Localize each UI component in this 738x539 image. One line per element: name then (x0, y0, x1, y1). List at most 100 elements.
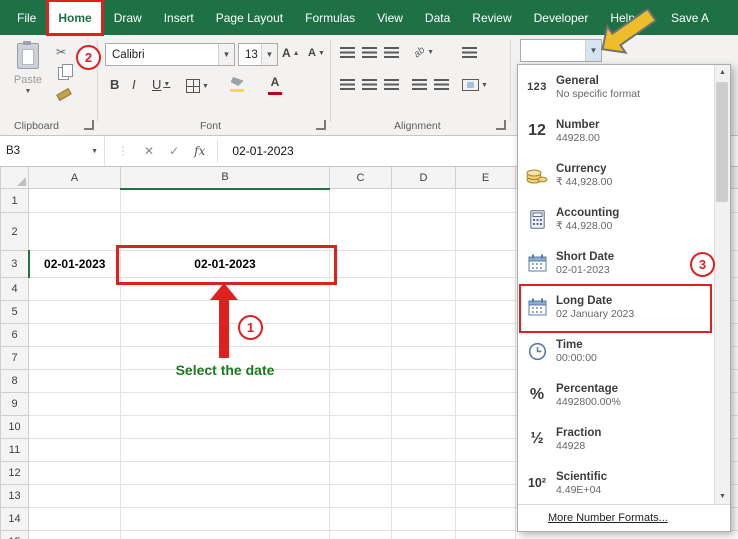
font-size-combobox[interactable]: 13 ▼ (238, 43, 278, 66)
cell[interactable] (29, 531, 121, 539)
cell[interactable] (392, 347, 456, 370)
cell-e1[interactable] (456, 189, 516, 213)
cell[interactable] (456, 508, 516, 531)
font-color-button[interactable]: A (268, 75, 282, 95)
row-header-4[interactable]: 4 (1, 278, 29, 301)
row-header-1[interactable]: 1 (1, 189, 29, 213)
decrease-indent-button[interactable] (412, 79, 427, 90)
cell[interactable] (29, 462, 121, 485)
scroll-up-icon[interactable]: ▲ (715, 65, 730, 80)
format-option-general[interactable]: 123 GeneralNo specific format (518, 65, 714, 109)
cell[interactable] (392, 508, 456, 531)
cell[interactable] (330, 370, 392, 393)
cell[interactable] (29, 347, 121, 370)
chevron-down-icon[interactable]: ▼ (218, 44, 234, 65)
cell-d2[interactable] (392, 213, 456, 251)
cell[interactable] (330, 324, 392, 347)
format-option-short-date[interactable]: Short Date02-01-2023 (518, 241, 714, 285)
cell[interactable] (121, 508, 330, 531)
row-header-11[interactable]: 11 (1, 439, 29, 462)
insert-function-button[interactable]: fx (194, 144, 205, 158)
name-box[interactable]: B3 ▼ (0, 136, 105, 166)
cell[interactable] (392, 531, 456, 539)
fill-color-button[interactable] (230, 77, 244, 92)
cell[interactable] (330, 278, 392, 301)
cell[interactable] (29, 278, 121, 301)
cell[interactable] (392, 462, 456, 485)
row-header-8[interactable]: 8 (1, 370, 29, 393)
italic-button[interactable]: I (132, 77, 136, 92)
align-top-button[interactable] (340, 47, 355, 58)
increase-font-button[interactable]: A▲ (282, 46, 300, 60)
format-option-currency[interactable]: Currency₹ 44,928.00 (518, 153, 714, 197)
cell[interactable] (330, 531, 392, 539)
cell[interactable] (29, 301, 121, 324)
formula-input[interactable]: 02-01-2023 (218, 136, 293, 166)
cell[interactable] (330, 416, 392, 439)
col-header-d[interactable]: D (392, 167, 456, 189)
enter-button[interactable]: ✓ (169, 144, 179, 158)
cell-a3[interactable]: 02-01-2023 (29, 251, 121, 278)
cell[interactable] (121, 462, 330, 485)
cell[interactable] (456, 416, 516, 439)
align-center-button[interactable] (362, 79, 377, 90)
cell[interactable] (29, 439, 121, 462)
cell-c1[interactable] (330, 189, 392, 213)
cell[interactable] (330, 462, 392, 485)
format-painter-button[interactable] (57, 91, 71, 98)
cell[interactable] (456, 439, 516, 462)
underline-button[interactable]: U▼ (152, 77, 170, 92)
cell[interactable] (121, 485, 330, 508)
font-dialog-launcher[interactable] (316, 120, 326, 130)
row-header-3[interactable]: 3 (1, 251, 29, 278)
cell-e3[interactable] (456, 251, 516, 278)
row-header-2[interactable]: 2 (1, 213, 29, 251)
chevron-down-icon[interactable]: ▼ (261, 44, 277, 65)
cell[interactable] (121, 531, 330, 539)
cell[interactable] (29, 370, 121, 393)
row-header-13[interactable]: 13 (1, 485, 29, 508)
format-option-scientific[interactable]: 10² Scientific4.49E+04 (518, 461, 714, 505)
cell[interactable] (330, 485, 392, 508)
cell[interactable] (29, 416, 121, 439)
tab-home[interactable]: Home (47, 0, 102, 35)
cut-button[interactable]: ✂ (56, 45, 66, 59)
cell-a2-date-header[interactable]: Date (29, 213, 121, 251)
cell[interactable] (330, 508, 392, 531)
cell-c2[interactable] (330, 213, 392, 251)
cell-d1[interactable] (392, 189, 456, 213)
cell[interactable] (456, 462, 516, 485)
cell[interactable] (29, 485, 121, 508)
tab-data[interactable]: Data (414, 0, 461, 35)
cell[interactable] (330, 393, 392, 416)
format-option-accounting[interactable]: Accounting₹ 44,928.00 (518, 197, 714, 241)
cell[interactable] (456, 485, 516, 508)
cell[interactable] (456, 393, 516, 416)
dropdown-scrollbar[interactable]: ▲ ▼ (714, 65, 730, 504)
cell-d3[interactable] (392, 251, 456, 278)
row-header-10[interactable]: 10 (1, 416, 29, 439)
tab-developer[interactable]: Developer (523, 0, 600, 35)
cell[interactable] (392, 278, 456, 301)
row-header-12[interactable]: 12 (1, 462, 29, 485)
cell-b1[interactable] (121, 189, 330, 213)
row-header-9[interactable]: 9 (1, 393, 29, 416)
tab-formulas[interactable]: Formulas (294, 0, 366, 35)
cell-a1[interactable] (29, 189, 121, 213)
orientation-button[interactable]: ab▼ (414, 47, 434, 58)
cell[interactable] (456, 531, 516, 539)
col-header-a[interactable]: A (29, 167, 121, 189)
col-header-e[interactable]: E (456, 167, 516, 189)
borders-button[interactable]: ▼ (186, 79, 209, 93)
more-number-formats-link[interactable]: More Number Formats... (518, 504, 730, 531)
cell[interactable] (29, 324, 121, 347)
cell[interactable] (29, 508, 121, 531)
cell[interactable] (456, 278, 516, 301)
format-option-long-date[interactable]: Long Date02 January 2023 (518, 285, 714, 329)
decrease-font-button[interactable]: A▼ (308, 47, 325, 59)
row-header-5[interactable]: 5 (1, 301, 29, 324)
cell[interactable] (392, 393, 456, 416)
format-option-fraction[interactable]: ½ Fraction44928 (518, 417, 714, 461)
row-header-14[interactable]: 14 (1, 508, 29, 531)
align-right-button[interactable] (384, 79, 399, 90)
